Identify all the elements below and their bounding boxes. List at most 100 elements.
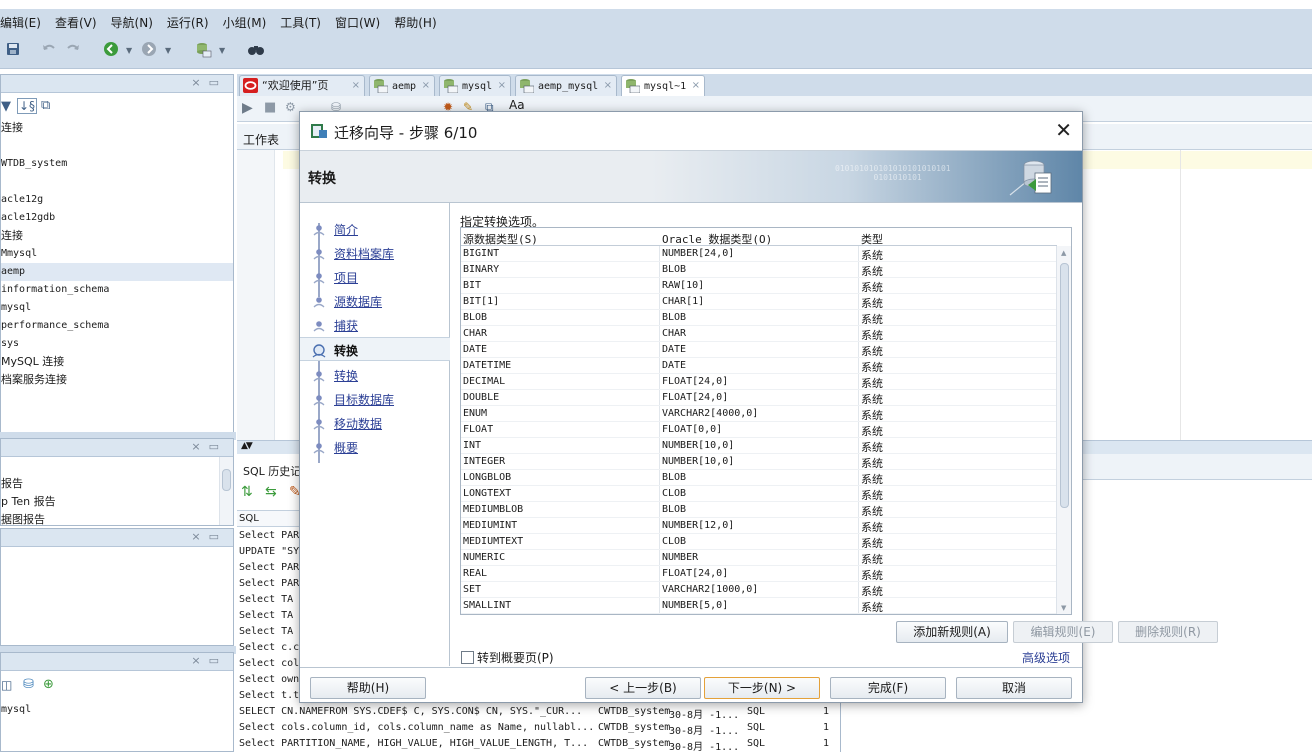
wizard-step-7[interactable]: 转换 xyxy=(300,363,450,387)
wizard-step-5[interactable]: 捕获 xyxy=(300,313,450,337)
type-mapping-row[interactable]: BINARY BLOB 系统 xyxy=(461,262,1057,278)
tree-node[interactable]: sys xyxy=(1,335,233,353)
back-dropdown-icon[interactable]: ▼ xyxy=(126,46,132,55)
type-mapping-row[interactable]: DECIMAL FLOAT[24,0] 系统 xyxy=(461,374,1057,390)
tree-node[interactable]: information_schema xyxy=(1,281,233,299)
close-icon[interactable]: × xyxy=(422,76,430,95)
type-mapping-row[interactable]: ENUM VARCHAR2[4000,0] 系统 xyxy=(461,406,1057,422)
close-icon[interactable]: × xyxy=(498,76,506,95)
type-mapping-row[interactable]: DATETIME DATE 系统 xyxy=(461,358,1057,374)
sql-connection-icon[interactable] xyxy=(194,40,212,58)
type-mapping-row[interactable]: NUMERIC NUMBER 系统 xyxy=(461,550,1057,566)
tree-node[interactable]: Mmysql xyxy=(1,245,233,263)
type-mapping-row[interactable]: FLOAT FLOAT[0,0] 系统 xyxy=(461,422,1057,438)
menu-tools[interactable]: 工具(T) xyxy=(280,14,321,31)
forward-nav-icon[interactable] xyxy=(140,40,158,58)
type-mapping-row[interactable]: BIT[1] CHAR[1] 系统 xyxy=(461,294,1057,310)
close-icon[interactable]: × xyxy=(692,76,700,95)
tree-node[interactable]: acle12gdb xyxy=(1,209,233,227)
filter-icon[interactable]: ▼ xyxy=(1,99,11,114)
table-row[interactable]: Select cols.column_id, cols.column_name … xyxy=(237,721,841,737)
wizard-step-4[interactable]: 源数据库 xyxy=(300,289,450,313)
replace-icon[interactable]: ⇆ xyxy=(265,484,277,500)
append-icon[interactable]: ⇅ xyxy=(241,484,253,500)
undo-icon[interactable] xyxy=(40,40,58,58)
back-button[interactable]: < 上一步(B) xyxy=(585,677,701,699)
scroll-up-icon[interactable]: ▲ xyxy=(1061,249,1066,257)
column-header-oracle-type[interactable]: Oracle 数据类型(O) xyxy=(662,231,772,247)
wizard-step-6[interactable]: 转换 xyxy=(300,337,450,361)
tree-node[interactable]: WTDB_system xyxy=(1,155,233,173)
scroll-thumb[interactable] xyxy=(1060,263,1069,508)
tab-mysql-1[interactable]: mysql~1 × xyxy=(621,75,705,96)
tree-node[interactable]: 据图报告 xyxy=(1,511,233,525)
wizard-step-8[interactable]: 目标数据库 xyxy=(300,387,450,411)
goto-summary-label[interactable]: 转到概要页(P) xyxy=(477,649,554,666)
type-mapping-row[interactable]: INTEGER NUMBER[10,0] 系统 xyxy=(461,454,1057,470)
binoculars-icon[interactable] xyxy=(247,40,265,58)
panel-controls[interactable]: ×▭ xyxy=(191,530,227,543)
type-mapping-row[interactable]: MEDIUMBLOB BLOB 系统 xyxy=(461,502,1057,518)
sql-history-title[interactable]: SQL 历史记 xyxy=(243,463,301,479)
edit-rule-button[interactable]: 编辑规则(E) xyxy=(1013,621,1113,643)
scroll-down-icon[interactable]: ▼ xyxy=(1061,604,1066,612)
format-text-icon[interactable]: Aa xyxy=(509,98,525,112)
tree-node[interactable]: 档案服务连接 xyxy=(1,371,233,389)
reports-scrollbar[interactable] xyxy=(219,457,233,525)
close-icon[interactable]: × xyxy=(352,76,360,95)
tree-node[interactable]: acle12g xyxy=(1,191,233,209)
delete-rule-button[interactable]: 删除规则(R) xyxy=(1118,621,1218,643)
type-mapping-row[interactable]: DATE DATE 系统 xyxy=(461,342,1057,358)
finish-button[interactable]: 完成(F) xyxy=(830,677,946,699)
type-mapping-row[interactable]: REAL FLOAT[24,0] 系统 xyxy=(461,566,1057,582)
tree-node[interactable] xyxy=(1,173,233,191)
wizard-step-1[interactable]: 简介 xyxy=(300,217,450,241)
panel-controls[interactable]: ×▭ xyxy=(191,76,227,89)
help-button[interactable]: 帮助(H) xyxy=(310,677,426,699)
menu-run[interactable]: 运行(R) xyxy=(167,14,209,31)
worksheet-tab-label[interactable]: 工作表 xyxy=(243,131,279,148)
menu-edit[interactable]: 编辑(E) xyxy=(0,14,41,31)
column-header-type[interactable]: 类型 xyxy=(861,231,883,247)
close-icon[interactable]: × xyxy=(604,76,612,95)
collapse-arrows-icon[interactable]: ▲▼ xyxy=(241,441,253,451)
type-mapping-row[interactable]: MEDIUMINT NUMBER[12,0] 系统 xyxy=(461,518,1057,534)
run-statement-icon[interactable]: ▶ xyxy=(242,100,253,116)
wizard-step-2[interactable]: 资料档案库 xyxy=(300,241,450,265)
database-icon[interactable]: ⛁ xyxy=(23,677,34,692)
tab-mysql[interactable]: mysql × xyxy=(439,75,511,96)
add-connection-icon[interactable]: ⊕ xyxy=(43,677,54,692)
type-mapping-row[interactable]: BIGINT NUMBER[24,0] 系统 xyxy=(461,246,1057,262)
refresh-tree-icon[interactable]: ⧉ xyxy=(41,98,50,113)
menu-help[interactable]: 帮助(H) xyxy=(394,14,436,31)
type-mapping-row[interactable]: CHAR CHAR 系统 xyxy=(461,326,1057,342)
type-mapping-row[interactable]: LONGTEXT CLOB 系统 xyxy=(461,486,1057,502)
schema-browser-icon[interactable]: ↓§ xyxy=(17,98,38,114)
tree-node[interactable]: mysql xyxy=(1,701,233,719)
menu-view[interactable]: 查看(V) xyxy=(55,14,97,31)
commit-icon[interactable]: ⚙ xyxy=(285,100,296,114)
panel-controls[interactable]: ×▭ xyxy=(191,654,227,667)
type-mapping-row[interactable]: INT NUMBER[10,0] 系统 xyxy=(461,438,1057,454)
sql-dropdown-icon[interactable]: ▼ xyxy=(219,46,225,55)
column-header-source-type[interactable]: 源数据类型(S) xyxy=(463,231,538,247)
table-row[interactable]: SELECT CN.NAMEFROM SYS.CDEF$ C, SYS.CON$… xyxy=(237,705,841,721)
next-button[interactable]: 下一步(N) > xyxy=(704,677,820,699)
tab-aemp[interactable]: aemp × xyxy=(369,75,435,96)
tree-node[interactable]: performance_schema xyxy=(1,317,233,335)
tab-welcome[interactable]: “欢迎使用”页 × xyxy=(239,75,365,96)
run-script-icon[interactable]: ■ xyxy=(264,100,276,115)
type-mapping-row[interactable]: SET VARCHAR2[1000,0] 系统 xyxy=(461,582,1057,598)
add-rule-button[interactable]: 添加新规则(A) xyxy=(896,621,1008,643)
tree-node[interactable]: 报告 xyxy=(1,475,233,493)
type-mapping-row[interactable]: BIT RAW[10] 系统 xyxy=(461,278,1057,294)
table-row[interactable]: Select PARTITION_NAME, HIGH_VALUE, HIGH_… xyxy=(237,737,841,752)
redo-icon[interactable] xyxy=(64,40,82,58)
wizard-step-3[interactable]: 项目 xyxy=(300,265,450,289)
wizard-step-10[interactable]: 概要 xyxy=(300,435,450,459)
add-icon[interactable]: ◫ xyxy=(1,678,12,692)
menu-window[interactable]: 窗口(W) xyxy=(335,14,380,31)
type-mapping-row[interactable]: LONGBLOB BLOB 系统 xyxy=(461,470,1057,486)
column-header[interactable]: SQL xyxy=(239,513,259,524)
tree-node[interactable]: 连接 xyxy=(1,119,233,137)
